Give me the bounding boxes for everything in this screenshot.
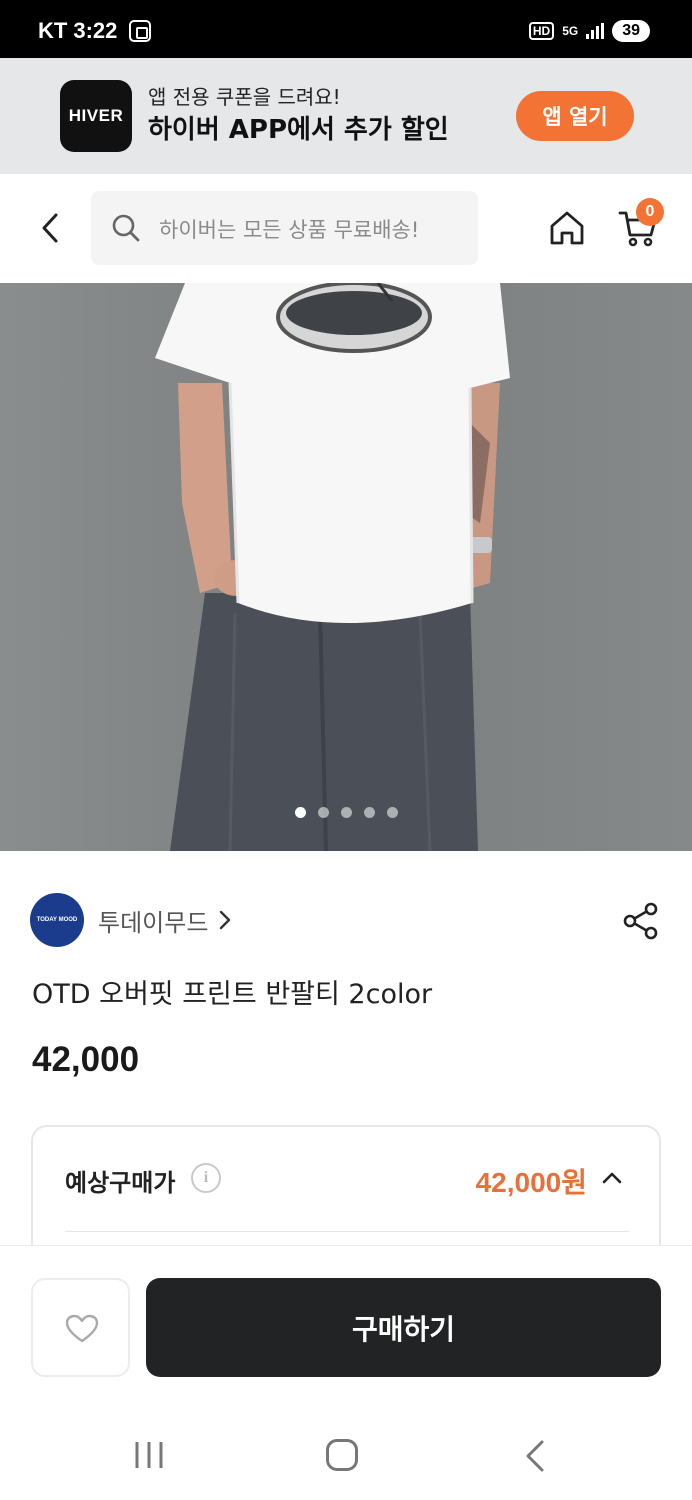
chevron-right-icon xyxy=(220,910,231,930)
product-image-carousel[interactable] xyxy=(0,283,692,851)
cart-count-badge: 0 xyxy=(636,198,664,226)
gallery-pagination xyxy=(0,807,692,818)
banner-title: 하이버 APP에서 추가 할인 xyxy=(148,115,449,145)
buy-button[interactable]: 구매하기 xyxy=(146,1278,661,1377)
share-button[interactable] xyxy=(622,902,660,940)
expected-price-label: 예상구매가 xyxy=(65,1169,176,1197)
status-left: KT 3:22 xyxy=(38,18,152,44)
recent-apps-icon[interactable] xyxy=(133,1440,165,1470)
gallery-dot[interactable] xyxy=(340,807,352,818)
product-photo xyxy=(0,283,692,851)
brand-link[interactable]: TODAY MOOD 투데이무드 xyxy=(30,892,232,948)
share-icon xyxy=(623,902,658,940)
signal-icon xyxy=(586,23,605,39)
carrier-label: KT xyxy=(38,18,68,43)
status-right: HD 5G 39 xyxy=(528,20,650,42)
banner-text: 앱 전용 쿠폰을 드려요! 하이버 APP에서 추가 할인 xyxy=(148,84,449,148)
brand-avatar: TODAY MOOD xyxy=(30,893,84,947)
wishlist-button[interactable] xyxy=(31,1278,130,1377)
gallery-dot[interactable] xyxy=(386,807,398,818)
home-icon xyxy=(550,211,584,245)
status-bar: KT 3:22 HD 5G 39 xyxy=(0,0,692,58)
chevron-left-icon xyxy=(42,213,58,243)
search-placeholder: 하이버는 모든 상품 무료배송! xyxy=(159,218,420,242)
system-nav-bar xyxy=(0,1410,692,1500)
top-header: 하이버는 모든 상품 무료배송! xyxy=(0,174,692,283)
search-input[interactable]: 하이버는 모든 상품 무료배송! xyxy=(91,191,478,265)
gallery-dot[interactable] xyxy=(363,807,375,818)
gallery-dot[interactable] xyxy=(294,807,306,818)
heart-icon xyxy=(65,1314,99,1343)
open-app-button[interactable]: 앱 열기 xyxy=(516,91,634,141)
app-promo-banner: HIVER 앱 전용 쿠폰을 드려요! 하이버 APP에서 추가 할인 앱 열기 xyxy=(0,58,692,174)
back-button[interactable] xyxy=(36,210,66,246)
brand-name: 투데이무드 xyxy=(98,908,209,937)
hd-voice-icon: HD xyxy=(528,22,555,40)
product-title: OTD 오버핏 프린트 반팔티 2color xyxy=(32,979,433,1010)
search-icon xyxy=(112,214,140,242)
divider xyxy=(65,1231,629,1232)
home-button[interactable] xyxy=(548,209,586,247)
banner-subtitle: 앱 전용 쿠폰을 드려요! xyxy=(148,85,341,109)
network-5g-icon: 5G xyxy=(562,24,579,38)
purchase-action-bar: 구매하기 xyxy=(0,1245,692,1410)
system-home-icon[interactable] xyxy=(326,1439,358,1471)
battery-indicator: 39 xyxy=(612,20,650,42)
product-detail-page: KT 3:22 HD 5G 39 HIVER 앱 전용 쿠폰을 드려요! 하이버… xyxy=(0,0,692,1500)
screenshot-icon xyxy=(129,20,152,42)
gallery-dot[interactable] xyxy=(317,807,329,818)
expected-price-value: 42,000원 xyxy=(475,1167,587,1198)
hiver-logo: HIVER xyxy=(60,80,132,152)
clock: 3:22 xyxy=(73,18,118,43)
system-back-icon[interactable] xyxy=(524,1440,546,1472)
product-price: 42,000 xyxy=(32,1040,140,1079)
chevron-up-icon[interactable] xyxy=(601,1171,623,1185)
info-icon[interactable]: i xyxy=(191,1163,221,1193)
